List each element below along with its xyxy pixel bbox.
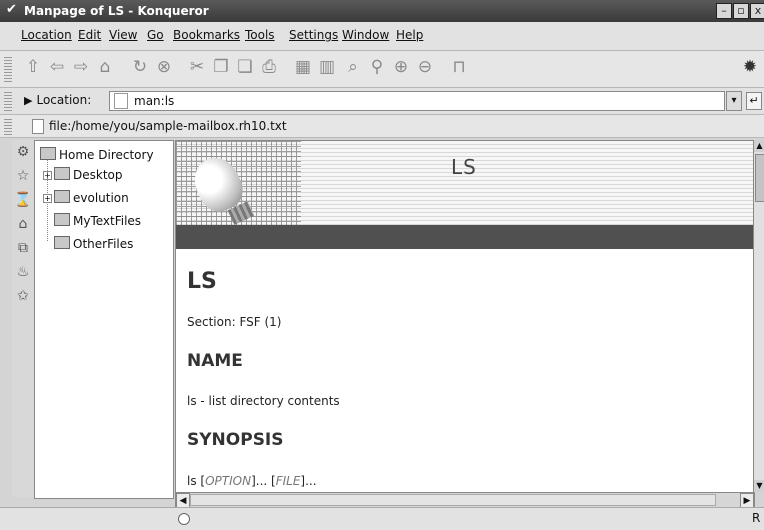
status-indicator-icon — [178, 513, 190, 525]
scroll-thumb[interactable] — [755, 154, 764, 202]
expand-icon[interactable]: + — [43, 194, 52, 203]
menu-bar: Location Edit View Go Bookmarks Tools Se… — [0, 22, 764, 51]
directory-tree: Home Directory + Desktop + evolution MyTex… — [34, 140, 174, 499]
menu-help[interactable]: Help — [396, 28, 423, 42]
document-view[interactable]: LS LS Section: FSF (1) NAME ls - list di… — [175, 140, 755, 494]
tree-item-otherfiles[interactable]: OtherFiles — [54, 236, 133, 251]
sidebar-tabs: ⚙ ☆ ⌛ ⌂ ⧉ ♨ ✩ — [12, 140, 35, 497]
menu-window[interactable]: Window — [342, 28, 389, 42]
path-grip[interactable] — [4, 117, 12, 135]
name-text: ls - list directory contents — [187, 394, 340, 408]
name-heading: NAME — [187, 351, 243, 371]
reload-icon[interactable]: ↻ — [130, 57, 150, 77]
section-text: Section: FSF (1) — [187, 315, 282, 329]
folder-icon — [54, 190, 70, 203]
clear-location-button[interactable]: ↵ — [746, 92, 762, 110]
print-icon[interactable]: ⎙ — [259, 57, 279, 77]
document-icon — [114, 93, 128, 109]
tree-item-evolution[interactable]: + evolution — [43, 190, 129, 205]
toolbar-grip[interactable] — [4, 56, 12, 82]
folder-icon — [54, 213, 70, 226]
synopsis-heading: SYNOPSIS — [187, 430, 284, 450]
synopsis-text: ls [OPTION]... [FILE]... — [187, 474, 317, 488]
banner-band — [176, 225, 754, 249]
tree-item-mytextfiles[interactable]: MyTextFiles — [54, 213, 141, 228]
status-bar: R — [0, 507, 764, 530]
find-icon[interactable]: ⌕ — [343, 57, 363, 77]
menu-edit[interactable]: Edit — [78, 28, 101, 42]
file-icon — [32, 119, 44, 134]
tree-item-label: MyTextFiles — [73, 214, 142, 228]
path-value: file:/home/you/sample-mailbox.rh10.txt — [49, 119, 287, 133]
banner-title: LS — [451, 155, 477, 179]
location-button[interactable]: ▶ Location: — [24, 93, 91, 107]
services-icon[interactable]: ♨ — [13, 262, 33, 282]
scroll-down-icon[interactable]: ▼ — [754, 480, 764, 492]
menu-location[interactable]: Location — [21, 28, 72, 42]
menu-settings[interactable]: Settings — [289, 28, 338, 42]
config-icon[interactable]: ⚙ — [13, 142, 33, 162]
folder-icon — [54, 236, 70, 249]
maximize-button[interactable]: ▫ — [733, 3, 749, 19]
up-icon[interactable]: ⇧ — [23, 57, 43, 77]
arrow-icon: ▶ — [24, 94, 33, 107]
copy-icon[interactable]: ❐ — [211, 57, 231, 77]
tree-item-label: OtherFiles — [73, 237, 134, 251]
menu-view[interactable]: View — [109, 28, 137, 42]
stop-icon[interactable]: ⊗ — [154, 57, 174, 77]
folder-icon — [54, 167, 70, 180]
vertical-scrollbar[interactable]: ▲ ▼ — [753, 140, 764, 492]
tree-item-label: Home Directory — [59, 148, 154, 162]
tree-item-desktop[interactable]: + Desktop — [43, 167, 123, 182]
home-folder-icon — [40, 147, 56, 160]
menu-go[interactable]: Go — [147, 28, 164, 42]
path-bar: file:/home/you/sample-mailbox.rh10.txt — [0, 115, 764, 138]
location-dropdown-button[interactable]: ▾ — [726, 91, 742, 111]
tree-item-label: Desktop — [73, 168, 123, 182]
menu-tools[interactable]: Tools — [245, 28, 275, 42]
location-value: man:ls — [134, 94, 175, 108]
title-bar: ✔ Manpage of LS - Konqueror – ▫ x — [0, 0, 764, 22]
forward-icon[interactable]: ⇨ — [71, 57, 91, 77]
home-folder-icon[interactable]: ⌂ — [13, 214, 33, 234]
list-view-icon[interactable]: ▥ — [317, 57, 337, 77]
hscroll-thumb[interactable] — [190, 494, 716, 506]
menu-bookmarks[interactable]: Bookmarks — [173, 28, 240, 42]
back-icon[interactable]: ⇦ — [47, 57, 67, 77]
tree-item-label: evolution — [73, 191, 129, 205]
window-title: Manpage of LS - Konqueror — [24, 4, 209, 18]
zoom-icon[interactable]: ⚲ — [367, 57, 387, 77]
manpage-banner: LS — [176, 141, 754, 225]
zoom-in-icon[interactable]: ⊕ — [391, 57, 411, 77]
location-input[interactable]: man:ls — [109, 91, 725, 111]
tree-item-home[interactable]: Home Directory — [40, 147, 154, 162]
paste-icon[interactable]: ❏ — [235, 57, 255, 77]
window-menu-icon[interactable]: ✔ — [6, 2, 17, 17]
network-icon[interactable]: ⧉ — [13, 238, 33, 258]
location-grip[interactable] — [4, 91, 12, 111]
cut-icon[interactable]: ✂ — [187, 57, 207, 77]
zoom-out-icon[interactable]: ⊖ — [415, 57, 435, 77]
favorites-icon[interactable]: ✩ — [13, 286, 33, 306]
minimize-button[interactable]: – — [716, 3, 732, 19]
lock-icon[interactable]: ⊓ — [449, 57, 469, 77]
history-icon[interactable]: ⌛ — [13, 190, 33, 210]
expand-icon[interactable]: + — [43, 171, 52, 180]
location-bar: ▶ Location: man:ls ▾ ↵ — [0, 88, 764, 115]
home-icon[interactable]: ⌂ — [95, 57, 115, 77]
kde-gear-icon: ✹ — [742, 57, 758, 77]
status-right-text: R — [752, 511, 761, 525]
horizontal-scrollbar[interactable]: ◀ ▶ — [175, 492, 755, 509]
icon-view-icon[interactable]: ▦ — [293, 57, 313, 77]
scroll-up-icon[interactable]: ▲ — [754, 140, 764, 152]
location-label: Location: — [36, 93, 92, 107]
close-button[interactable]: x — [750, 3, 764, 19]
bookmarks-icon[interactable]: ☆ — [13, 166, 33, 186]
main-toolbar: ⇧ ⇦ ⇨ ⌂ ↻ ⊗ ✂ ❐ ❏ ⎙ ▦ ▥ ⌕ ⚲ ⊕ ⊖ ⊓ ✹ — [0, 51, 764, 88]
page-title: LS — [187, 269, 217, 294]
